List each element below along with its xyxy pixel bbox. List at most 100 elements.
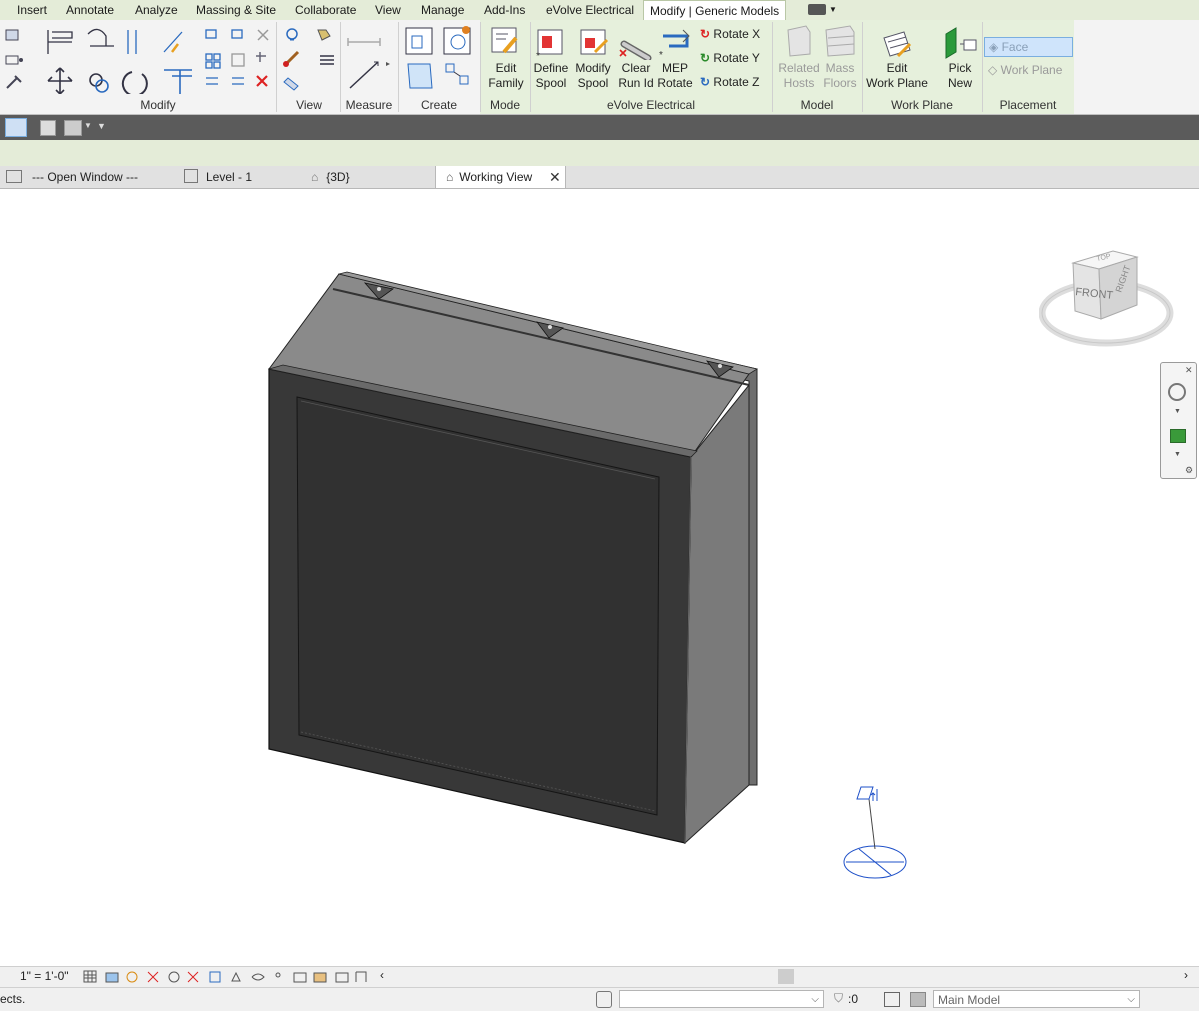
mep-rotate-label-1: MEP xyxy=(661,61,688,75)
customize-icon[interactable]: ▼ xyxy=(97,121,106,131)
chevron-down-icon[interactable]: ▼ xyxy=(1174,451,1181,458)
modify-tools-icon[interactable] xyxy=(42,24,192,94)
rotate-y-button[interactable]: ↻ Rotate Y xyxy=(700,48,760,68)
edit-work-plane-button[interactable]: Edit Work Plane xyxy=(864,61,930,91)
mass-floors-label-2: Floors xyxy=(823,76,857,90)
workset-dropdown[interactable]: ⌵ xyxy=(619,990,824,1008)
selection-count: :0 xyxy=(848,992,859,1006)
delete-icon xyxy=(256,75,268,87)
main-model-label: Main Model xyxy=(938,993,1001,1007)
tab-annotate[interactable]: Annotate xyxy=(66,0,114,20)
modify-spool-button[interactable]: Modify Spool xyxy=(572,61,614,91)
work-plane-placement-button[interactable]: ◇ Work Plane xyxy=(986,60,1062,80)
editable-only-icon[interactable] xyxy=(884,992,900,1007)
modify-spool-label-1: Modify xyxy=(575,61,611,75)
rotate-y-label: Rotate Y xyxy=(713,51,760,65)
svg-text:*: * xyxy=(536,51,540,60)
rotate-x-button[interactable]: ↻ Rotate X xyxy=(700,24,760,44)
tab-modify-generic-models[interactable]: Modify | Generic Models xyxy=(643,0,787,21)
tab-massing-site[interactable]: Massing & Site xyxy=(196,0,276,20)
panel-label-evolve: eVolve Electrical xyxy=(606,98,696,112)
origin-symbol xyxy=(843,786,907,879)
tab-collaborate[interactable]: Collaborate xyxy=(295,0,356,20)
view-control-bar: 1" = 1'-0" ‹ › xyxy=(0,966,1199,987)
pick-new-button[interactable]: Pick New xyxy=(940,61,980,91)
clear-run-id-label-1: Clear xyxy=(621,61,651,75)
chevron-down-icon[interactable]: ▼ xyxy=(829,0,837,20)
create-icon[interactable] xyxy=(402,24,476,94)
clear-run-id-icon xyxy=(619,40,652,60)
mep-rotate-button[interactable]: MEP Rotate xyxy=(655,61,695,91)
view-scale[interactable]: 1" = 1'-0" xyxy=(20,969,69,983)
view-control-icons[interactable] xyxy=(82,969,372,985)
scroll-left-icon[interactable]: ‹ xyxy=(380,968,384,982)
tab-analyze[interactable]: Analyze xyxy=(135,0,178,20)
worksharing-icon[interactable] xyxy=(596,991,612,1008)
scroll-right-icon[interactable]: › xyxy=(1184,968,1188,982)
tab-add-ins[interactable]: Add-Ins xyxy=(484,0,525,20)
tab-view[interactable]: View xyxy=(375,0,401,20)
close-icon[interactable]: ✕ xyxy=(1185,365,1193,376)
drawing-canvas[interactable]: TOP FRONT RIGHT xyxy=(1,189,1198,966)
properties-icon[interactable] xyxy=(3,26,33,92)
steering-wheel-icon[interactable] xyxy=(1168,383,1186,401)
viewcube[interactable]: TOP FRONT RIGHT xyxy=(1039,241,1175,349)
design-options-icon[interactable] xyxy=(910,992,926,1007)
modify-spool-icon xyxy=(580,29,609,55)
tab-evolve-electrical[interactable]: eVolve Electrical xyxy=(546,0,634,20)
open-window-label: --- Open Window --- xyxy=(32,170,139,184)
face-label: Face xyxy=(1001,40,1029,54)
rotate-z-label: Rotate Z xyxy=(713,75,760,89)
tab-open-window[interactable]: --- Open Window --- xyxy=(6,166,138,188)
chevron-down-icon: ⌵ xyxy=(811,994,819,1005)
schedule-icon xyxy=(6,170,22,183)
tab-3d[interactable]: ⌂ {3D} xyxy=(311,166,350,188)
zoom-icon[interactable] xyxy=(1170,429,1186,443)
close-icon[interactable]: ✕ xyxy=(549,166,561,188)
clear-run-id-button[interactable]: Clear Run Id xyxy=(615,61,657,91)
tab-manage[interactable]: Manage xyxy=(421,0,464,20)
ribbon-display-toggle-icon[interactable] xyxy=(808,4,826,15)
svg-text:*: * xyxy=(659,50,663,60)
pick-new-label-1: Pick xyxy=(948,61,972,75)
view-tabs: --- Open Window --- Level - 1 ⌂ {3D} ⌂ Wor… xyxy=(0,166,1199,189)
related-hosts-label-2: Hosts xyxy=(783,76,815,90)
related-hosts-label-1: Related xyxy=(778,61,820,75)
mep-rotate-icon: * xyxy=(659,29,690,60)
view-tools-icon[interactable] xyxy=(282,26,338,92)
define-spool-icon: * xyxy=(536,29,563,60)
menu-bar: Insert Annotate Analyze Massing & Site C… xyxy=(0,0,1199,21)
horizontal-scrollbar-thumb[interactable] xyxy=(778,969,794,984)
panel-label-create: Create xyxy=(420,98,458,112)
tab-insert[interactable]: Insert xyxy=(17,0,47,20)
edit-family-label-2: Family xyxy=(488,76,524,90)
mass-floors-button[interactable]: Mass Floors xyxy=(822,61,858,91)
model-icons xyxy=(787,25,855,57)
chevron-down-icon[interactable]: ▼ xyxy=(84,121,92,130)
tab-level-1[interactable]: Level - 1 xyxy=(184,166,252,188)
settings-icon[interactable]: ⚙ xyxy=(1185,465,1193,476)
properties-toggle-icon[interactable] xyxy=(5,118,27,137)
related-hosts-button[interactable]: Related Hosts xyxy=(776,61,822,91)
align-array-icons[interactable] xyxy=(200,26,272,92)
face-placement-button[interactable]: ◈ Face xyxy=(984,37,1073,57)
selection-icon[interactable] xyxy=(64,120,82,136)
filter-icon[interactable] xyxy=(40,120,56,136)
panel-label-model: Model xyxy=(800,98,834,112)
chevron-down-icon[interactable]: ▼ xyxy=(1174,408,1181,415)
define-spool-button[interactable]: Define Spool xyxy=(531,61,571,91)
design-option-dropdown[interactable]: Main Model ⌵ xyxy=(933,990,1140,1008)
ribbon: Edit Family * Define Spool Modify Spool … xyxy=(0,20,1199,115)
rotate-z-button[interactable]: ↻ Rotate Z xyxy=(700,72,759,92)
measure-icon[interactable] xyxy=(344,26,394,92)
filter-icon[interactable]: ⛉ xyxy=(834,991,843,1006)
3d-view-icon: ⌂ xyxy=(446,170,454,184)
rotate-z-icon: ↻ xyxy=(700,75,711,89)
edit-work-plane-label-1: Edit xyxy=(886,61,908,75)
chevron-down-icon: ⌵ xyxy=(1127,994,1135,1005)
edit-family-button[interactable]: Edit Family xyxy=(484,61,528,91)
panel-label-view: View xyxy=(296,98,322,112)
panel-label-modify: Modify xyxy=(140,98,176,112)
face-icon: ◈ xyxy=(989,40,999,54)
tab-working-view[interactable]: ⌂ Working View ✕ xyxy=(435,166,566,188)
